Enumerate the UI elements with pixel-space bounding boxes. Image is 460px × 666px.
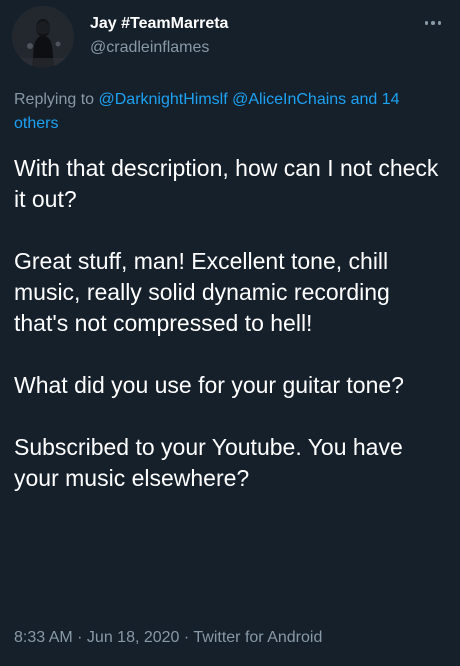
- avatar-figure-icon: [12, 6, 74, 68]
- more-dot: [431, 21, 435, 25]
- replying-joiner: and: [346, 91, 378, 108]
- tweet-card: Jay #TeamMarreta @cradleinflames Replyin…: [0, 0, 460, 666]
- tweet-time[interactable]: 8:33 AM: [14, 629, 73, 646]
- tweet-date[interactable]: Jun 18, 2020: [87, 629, 180, 646]
- tweet-paragraph: Subscribed to your Youtube. You have you…: [14, 434, 403, 491]
- author-display-name[interactable]: Jay #TeamMarreta: [90, 14, 228, 34]
- tweet-meta: 8:33 AM · Jun 18, 2020 · Twitter for And…: [14, 628, 322, 648]
- tweet-paragraph: What did you use for your guitar tone?: [14, 372, 404, 398]
- avatar[interactable]: [12, 6, 74, 68]
- replying-prefix: Replying to: [14, 91, 99, 108]
- more-dot: [424, 21, 429, 25]
- mention-link[interactable]: @AliceInChains: [232, 91, 346, 108]
- tweet-paragraph: With that description, how can I not che…: [14, 155, 439, 212]
- mention-link[interactable]: @DarknightHimslf: [99, 91, 228, 108]
- tweet-paragraph: Great stuff, man! Excellent tone, chill …: [14, 248, 390, 336]
- meta-separator: ·: [72, 629, 87, 646]
- more-dot: [437, 21, 442, 25]
- more-options-button[interactable]: [418, 12, 448, 34]
- tweet-header: Jay #TeamMarreta @cradleinflames: [12, 6, 448, 70]
- author-names: Jay #TeamMarreta @cradleinflames: [90, 14, 228, 58]
- meta-separator: ·: [179, 629, 194, 646]
- tweet-source[interactable]: Twitter for Android: [193, 629, 322, 646]
- tweet-text: With that description, how can I not che…: [14, 153, 449, 494]
- replying-to: Replying to @DarknightHimslf @AliceInCha…: [14, 88, 439, 136]
- author-handle[interactable]: @cradleinflames: [90, 38, 228, 58]
